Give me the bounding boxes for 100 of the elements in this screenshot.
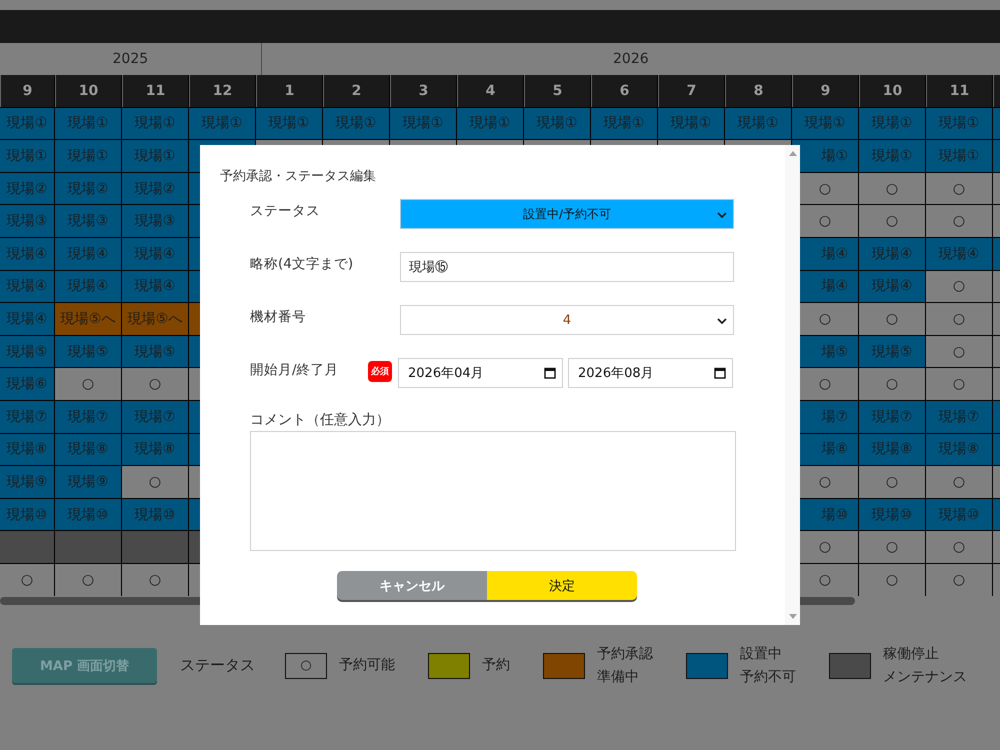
schedule-cell[interactable]: ○ — [926, 336, 992, 368]
cancel-button[interactable]: キャンセル — [337, 571, 487, 600]
legend-swatch: ○ — [285, 652, 327, 678]
schedule-cell[interactable]: ○ — [122, 368, 188, 400]
schedule-cell[interactable]: 現場⑤ — [122, 336, 188, 368]
schedule-cell[interactable]: ○ — [926, 466, 992, 498]
schedule-cell[interactable]: 現場③ — [122, 205, 188, 237]
schedule-cell[interactable]: 現場④ — [55, 270, 121, 302]
schedule-cell[interactable]: 現場① — [189, 108, 255, 140]
schedule-cell[interactable]: 現場⑩ — [859, 498, 925, 530]
schedule-cell[interactable]: 現場⑤ — [0, 336, 54, 368]
schedule-cell[interactable]: ○ — [859, 205, 925, 237]
schedule-cell[interactable]: 現場① — [457, 108, 523, 140]
schedule-cell[interactable]: 現場① — [122, 108, 188, 140]
schedule-cell[interactable]: 現場④ — [122, 238, 188, 270]
schedule-cell[interactable]: 現場⑨ — [55, 466, 121, 498]
schedule-cell[interactable]: ○ — [926, 368, 992, 400]
schedule-cell[interactable]: 現場⑦ — [0, 400, 54, 433]
schedule-cell[interactable]: 現場① — [55, 140, 121, 172]
schedule-cell[interactable]: 現場① — [0, 140, 54, 172]
schedule-cell[interactable]: 現場④ — [0, 270, 54, 302]
scroll-up-icon[interactable] — [788, 151, 796, 156]
schedule-cell[interactable]: ○ — [926, 303, 992, 335]
schedule-cell[interactable]: ○ — [926, 205, 992, 237]
schedule-cell[interactable]: 現場① — [390, 108, 456, 140]
schedule-cell[interactable]: 現場⑥ — [0, 368, 54, 400]
schedule-cell[interactable]: 現場⑩ — [55, 498, 121, 530]
schedule-cell[interactable]: 現場⑩ — [122, 498, 188, 530]
schedule-cell[interactable]: 現場① — [256, 108, 322, 140]
schedule-cell[interactable]: ○ — [122, 466, 188, 498]
schedule-cell[interactable]: 現場③ — [0, 205, 54, 237]
schedule-cell[interactable]: 現場① — [859, 108, 925, 140]
calendar-icon — [714, 367, 726, 379]
schedule-cell[interactable]: 現場② — [55, 172, 121, 204]
schedule-cell[interactable]: 現場④ — [0, 303, 54, 335]
schedule-cell[interactable]: ○ — [926, 270, 992, 302]
schedule-cell[interactable]: ○ — [859, 368, 925, 400]
schedule-cell[interactable]: ○ — [55, 368, 121, 400]
schedule-cell[interactable]: 現場① — [55, 108, 121, 140]
schedule-cell[interactable]: 現場⑦ — [926, 400, 992, 433]
schedule-cell[interactable]: 現場④ — [122, 270, 188, 302]
schedule-cell[interactable]: 現場⑩ — [0, 498, 54, 530]
status-select[interactable]: 設置中/予約不可 — [400, 199, 734, 229]
schedule-cell[interactable]: 場① — [792, 140, 858, 172]
schedule-cell[interactable]: 現場③ — [55, 205, 121, 237]
schedule-cell[interactable]: 現場① — [591, 108, 657, 140]
schedule-cell[interactable]: 現場① — [658, 108, 724, 140]
comment-field[interactable] — [250, 431, 736, 551]
schedule-cell[interactable]: 現場② — [122, 172, 188, 204]
equipment-select[interactable]: 4 — [400, 305, 734, 335]
schedule-cell[interactable]: 現場⑦ — [122, 400, 188, 433]
schedule-cell[interactable]: 現場① — [122, 140, 188, 172]
schedule-cell[interactable]: 現場⑩ — [926, 498, 992, 530]
month-field[interactable]: 2026年08月 — [568, 358, 733, 388]
schedule-cell[interactable]: ○ — [0, 564, 54, 596]
schedule-cell[interactable]: ○ — [926, 172, 992, 204]
schedule-cell[interactable]: 現場① — [926, 108, 992, 140]
schedule-cell[interactable]: 現場⑨ — [0, 466, 54, 498]
scrollbar[interactable] — [785, 145, 800, 625]
schedule-cell[interactable]: 現場② — [0, 172, 54, 204]
schedule-cell[interactable]: ○ — [55, 564, 121, 596]
schedule-cell[interactable] — [122, 531, 188, 563]
schedule-cell[interactable]: 現場⑤へ — [55, 303, 121, 335]
schedule-cell[interactable]: 現場⑧ — [55, 434, 121, 466]
schedule-cell[interactable]: 現場⑦ — [55, 400, 121, 433]
name-input[interactable]: 現場⑮ — [400, 252, 734, 282]
schedule-cell[interactable]: ○ — [926, 531, 992, 563]
schedule-cell[interactable] — [55, 531, 121, 563]
schedule-cell[interactable]: 現場⑧ — [859, 434, 925, 466]
schedule-cell[interactable]: 現場⑤へ — [122, 303, 188, 335]
schedule-cell[interactable]: ○ — [859, 303, 925, 335]
schedule-cell[interactable]: 現場① — [792, 108, 858, 140]
schedule-cell[interactable]: ○ — [859, 172, 925, 204]
scroll-down-icon[interactable] — [788, 614, 796, 619]
schedule-cell[interactable]: 現場① — [323, 108, 389, 140]
schedule-cell[interactable]: 現場④ — [859, 270, 925, 302]
schedule-cell[interactable]: ○ — [926, 564, 992, 596]
schedule-cell[interactable]: 現場⑧ — [926, 434, 992, 466]
schedule-cell[interactable]: ○ — [859, 531, 925, 563]
schedule-cell[interactable]: 現場④ — [859, 238, 925, 270]
schedule-cell[interactable]: 現場① — [926, 140, 992, 172]
schedule-cell[interactable]: 現場⑤ — [859, 336, 925, 368]
schedule-cell[interactable] — [0, 531, 54, 563]
schedule-cell[interactable]: 現場⑦ — [859, 400, 925, 433]
schedule-cell[interactable]: 現場① — [725, 108, 791, 140]
schedule-cell[interactable]: 現場① — [859, 140, 925, 172]
schedule-cell[interactable]: 現場④ — [55, 238, 121, 270]
schedule-cell[interactable]: ○ — [859, 466, 925, 498]
schedule-cell[interactable]: 現場⑤ — [55, 336, 121, 368]
schedule-cell[interactable]: ○ — [122, 564, 188, 596]
confirm-button[interactable]: 決定 — [487, 571, 637, 600]
schedule-cell[interactable]: ○ — [859, 564, 925, 596]
schedule-cell[interactable]: 現場④ — [926, 238, 992, 270]
month-field[interactable]: 2026年04月 — [398, 358, 563, 388]
map-button[interactable]: MAP 画面切替 — [12, 648, 157, 683]
schedule-cell[interactable]: 現場① — [0, 108, 54, 140]
schedule-cell[interactable]: 現場① — [524, 108, 590, 140]
schedule-cell[interactable]: 現場④ — [0, 238, 54, 270]
schedule-cell[interactable]: 現場⑧ — [0, 434, 54, 466]
schedule-cell[interactable]: 現場⑧ — [122, 434, 188, 466]
